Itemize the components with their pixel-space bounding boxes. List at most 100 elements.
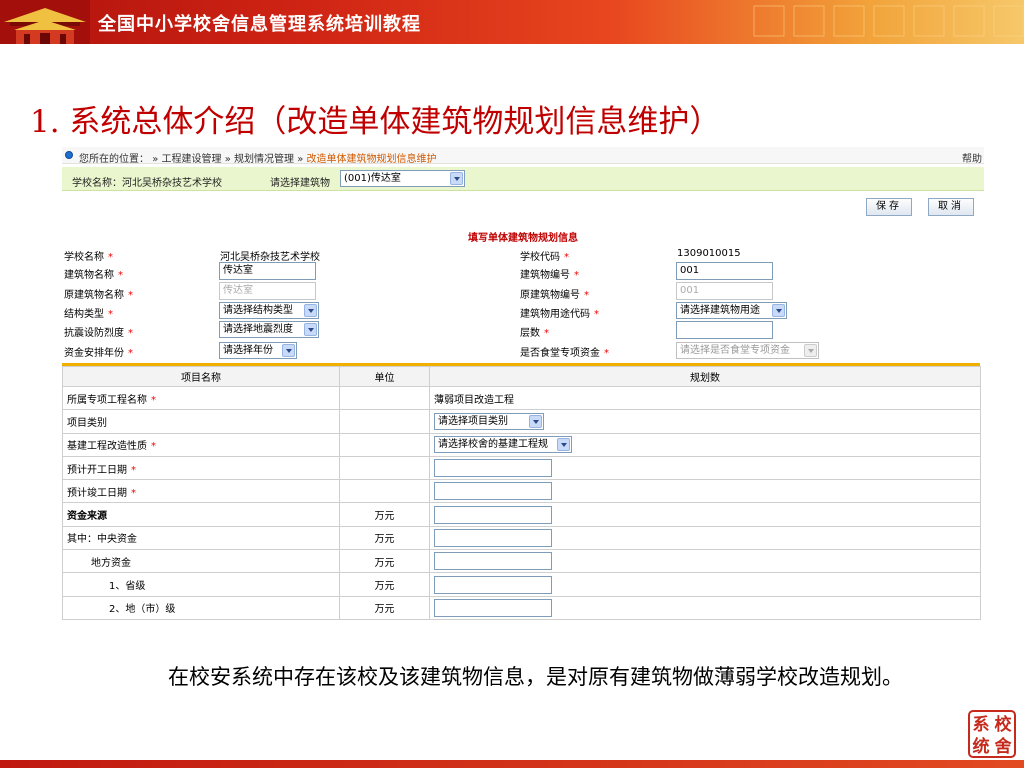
breadcrumb: 您所在的位置： » 工程建设管理 » 规划情况管理 » 改造单体建筑物规划信息维…: [79, 150, 437, 165]
structure-select[interactable]: 请选择结构类型: [219, 302, 319, 319]
school-selector-bar: 学校名称：河北吴桥杂技艺术学校 请选择建筑物 (001)传达室: [62, 167, 984, 191]
cancel-button[interactable]: 取消: [928, 198, 974, 216]
table-row: 所属专项工程名称 * 薄弱项目改造工程: [62, 385, 981, 411]
usage-select[interactable]: 请选择建筑物用途: [676, 302, 787, 319]
row-plan-input[interactable]: [434, 598, 552, 617]
building-select[interactable]: (001)传达室: [340, 170, 465, 187]
row-name: 预计竣工日期: [67, 487, 127, 499]
seismic-label: 抗震设防烈度 *: [64, 324, 133, 339]
app-screenshot: 您所在的位置： » 工程建设管理 » 规划情况管理 » 改造单体建筑物规划信息维…: [62, 147, 984, 620]
building-select-label: 请选择建筑物: [270, 178, 330, 189]
row-plan-input[interactable]: [434, 528, 552, 547]
row-name: 所属专项工程名称: [67, 394, 147, 406]
table-row: 2、地（市）级 万元: [62, 595, 981, 620]
seismic-select[interactable]: 请选择地震烈度: [219, 321, 319, 338]
row-plan-input[interactable]: [434, 482, 552, 501]
row-unit: 万元: [339, 525, 430, 551]
row-plan-input[interactable]: [434, 459, 552, 478]
required-mark: *: [108, 252, 113, 263]
chevron-down-icon: [529, 414, 542, 428]
label-text: 原建筑物名称: [64, 290, 124, 301]
row-name-cell: 预计开工日期 *: [62, 455, 340, 481]
column-header-plan: 规划数: [429, 366, 981, 387]
row-unit: [339, 409, 430, 434]
row-plan-input[interactable]: [434, 505, 552, 524]
row-unit: 万元: [339, 549, 430, 574]
required-mark: *: [118, 270, 123, 281]
breadcrumb-item-plan-management[interactable]: 规划情况管理: [234, 154, 294, 165]
row-name: 地方资金: [91, 557, 131, 569]
table-row: 1、省级 万元: [62, 572, 981, 597]
building-no-input[interactable]: 001: [676, 262, 773, 280]
banner-title: 全国中小学校舍信息管理系统培训教程: [98, 14, 421, 35]
label-text: 学校代码: [520, 252, 560, 263]
row-plan-cell: 请选择项目类别: [429, 409, 981, 434]
row-plan-input[interactable]: [434, 575, 552, 594]
lattice-decoration: [753, 5, 1024, 37]
row-name: 资金来源: [67, 511, 107, 523]
breadcrumb-bar: 您所在的位置： » 工程建设管理 » 规划情况管理 » 改造单体建筑物规划信息维…: [62, 147, 984, 165]
row-unit: 万元: [339, 572, 430, 597]
location-pin-icon: [65, 151, 73, 159]
label-text: 学校名称: [64, 252, 104, 263]
breadcrumb-item-project-management[interactable]: 工程建设管理: [162, 154, 222, 165]
structure-label: 结构类型 *: [64, 305, 113, 320]
row-plan-select[interactable]: 请选择项目类别: [434, 412, 544, 430]
breadcrumb-prefix: 您所在的位置：: [79, 154, 149, 165]
building-name-input[interactable]: 传达室: [219, 262, 316, 280]
required-mark: *: [128, 290, 133, 301]
breadcrumb-current: 改造单体建筑物规划信息维护: [306, 154, 437, 165]
bottom-bar: [0, 760, 1024, 768]
row-unit: [339, 479, 430, 504]
row-name: 项目类别: [67, 417, 107, 429]
orig-building-name-input: 传达室: [219, 282, 316, 300]
stamp-char: 系: [973, 715, 990, 735]
row-plan-cell: [429, 502, 981, 527]
row-plan-cell: 请选择校舍的基建工程规: [429, 432, 981, 457]
row-plan-cell: [429, 549, 981, 574]
school-name: 河北吴桥杂技艺术学校: [122, 178, 222, 189]
row-name-cell: 资金来源: [62, 502, 340, 527]
label-text: 建筑物名称: [64, 270, 114, 281]
help-link[interactable]: 帮助: [962, 150, 982, 165]
school-name-value: 河北吴桥杂技艺术学校: [220, 252, 320, 263]
required-mark: *: [594, 309, 599, 320]
label-text: 资金安排年份: [64, 348, 124, 359]
stamp-char: 统: [973, 736, 990, 757]
chevron-down-icon: [557, 438, 570, 452]
row-plan-select[interactable]: 请选择校舍的基建工程规: [434, 436, 572, 454]
form-heading: 填写单体建筑物规划信息: [468, 233, 578, 244]
row-plan-select-value: 请选择项目类别: [438, 415, 508, 427]
plan-table: 项目名称 单位 规划数 所属专项工程名称 * 薄弱项目改造工程 项目类别 请选择项目类别…: [62, 366, 981, 620]
row-plan-input[interactable]: [434, 552, 552, 571]
row-unit: [339, 385, 430, 411]
required-mark: *: [131, 464, 136, 476]
breadcrumb-separator: »: [152, 154, 159, 165]
tiananmen-gate-icon: [0, 0, 90, 44]
row-unit: 万元: [339, 502, 430, 527]
row-name: 其中：中央资金: [67, 534, 137, 546]
required-mark: *: [108, 309, 113, 320]
table-row: 资金来源 万元: [62, 502, 981, 527]
label-text: 是否食堂专项资金: [520, 348, 600, 359]
row-name-cell: 其中：中央资金: [62, 525, 340, 551]
stamp-char: 舍: [995, 736, 1012, 757]
required-mark: *: [151, 394, 156, 406]
row-name-cell: 所属专项工程名称 *: [62, 385, 340, 411]
table-row: 地方资金 万元: [62, 549, 981, 574]
table-row: 项目类别 请选择项目类别: [62, 409, 981, 434]
row-name-cell: 1、省级: [62, 572, 340, 597]
canteen-select-value: 请选择是否食堂专项资金: [680, 345, 790, 356]
row-name-cell: 基建工程改造性质 *: [62, 432, 340, 457]
table-row: 基建工程改造性质 * 请选择校舍的基建工程规: [62, 432, 981, 457]
row-plan-cell: [429, 595, 981, 620]
required-mark: *: [151, 441, 156, 453]
required-mark: *: [574, 270, 579, 281]
orig-building-no-label: 原建筑物编号 *: [520, 286, 589, 301]
year-select[interactable]: 请选择年份: [219, 342, 297, 359]
school-name-label: 学校名称 *: [64, 248, 113, 263]
save-button[interactable]: 保存: [866, 198, 912, 216]
stamp-char: 校: [995, 714, 1013, 735]
label-text: 层数: [520, 328, 540, 339]
floors-input[interactable]: [676, 321, 773, 339]
